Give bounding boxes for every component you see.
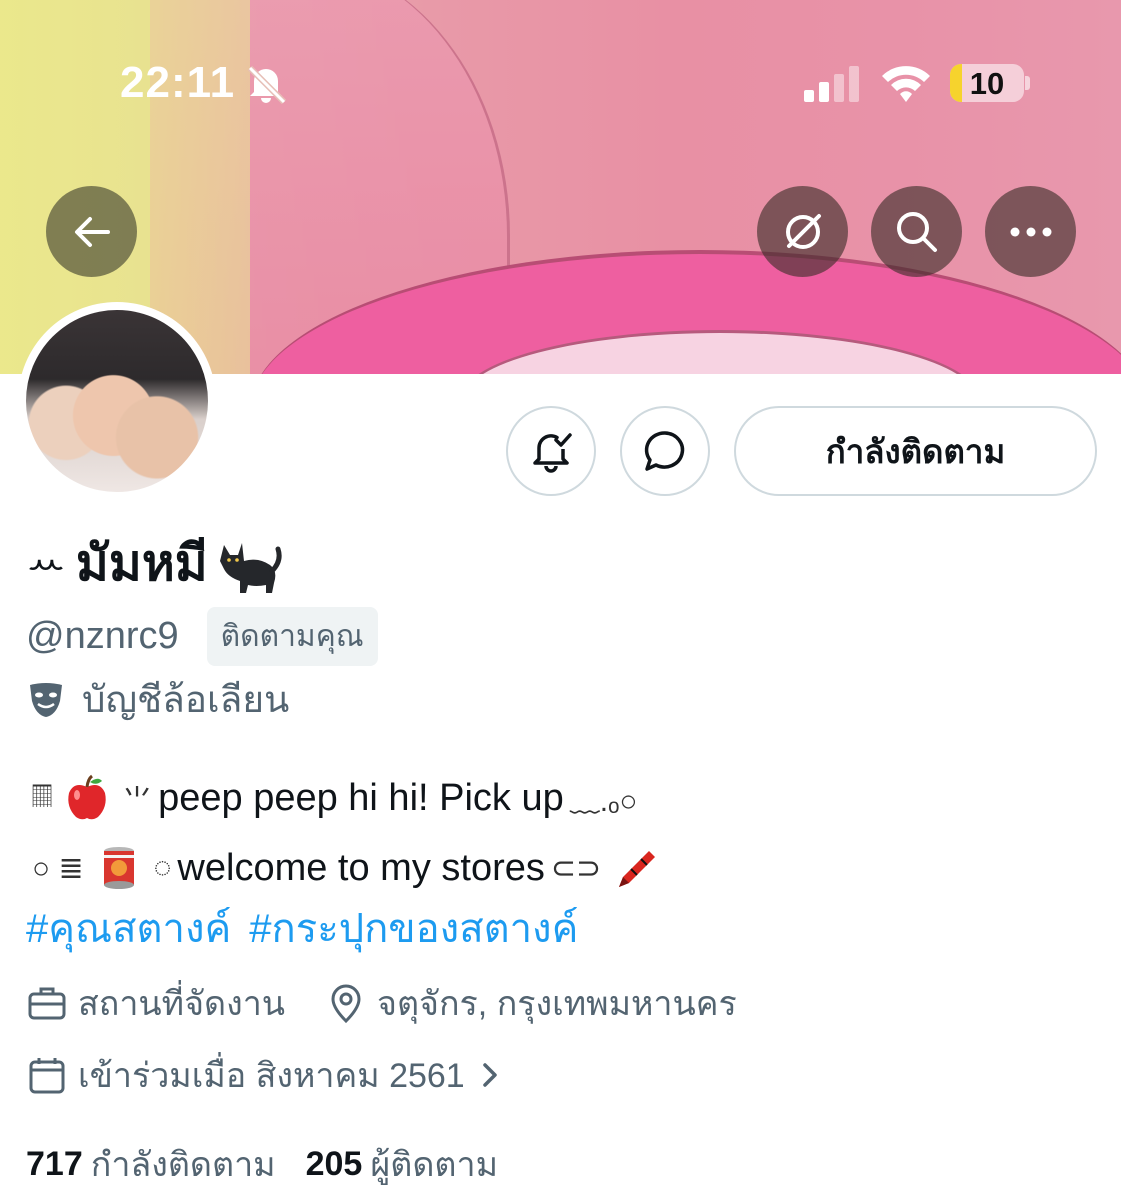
joined-date: เข้าร่วมเมื่อ สิงหาคม 2561	[78, 1057, 465, 1095]
hashtag-link[interactable]: #กระปุกของสตางค์	[249, 896, 578, 960]
chevron-right-icon	[482, 1063, 497, 1087]
follows-you-badge: ติดตามคุณ	[206, 606, 378, 666]
search-button[interactable]	[871, 186, 962, 277]
crayon-emoji	[619, 851, 656, 887]
black-cat-emoji	[219, 543, 282, 593]
bell-slash-icon	[247, 65, 287, 104]
following-button[interactable]: กำลังติดตาม	[734, 406, 1097, 496]
following-label[interactable]: กำลังติดตาม	[91, 1137, 276, 1191]
handle-row: @nznrc9 ติดตามคุณ	[26, 606, 378, 666]
follow-stats: 717 กำลังติดตาม 205 ผู้ติดตาม	[26, 1140, 498, 1188]
bio-deco-start-2: ○ ≣	[32, 851, 84, 885]
parody-label: บัญชีล้อเลียน	[82, 678, 290, 720]
grok-button[interactable]	[757, 186, 848, 277]
message-button[interactable]	[620, 406, 710, 496]
chat-bubble-icon	[644, 431, 685, 471]
battery-indicator: 10	[950, 64, 1024, 102]
bio-hashtags: #คุณสตางค์ #กระปุกของสตางค์	[26, 900, 578, 956]
back-button[interactable]	[46, 186, 137, 277]
briefcase-icon	[28, 987, 66, 1020]
red-apple-emoji	[68, 774, 106, 820]
battery-level: 10	[969, 66, 1005, 101]
following-count[interactable]: 717	[26, 1145, 83, 1184]
back-arrow-icon	[74, 216, 110, 247]
calendar-icon	[29, 1058, 65, 1094]
notifications-button[interactable]	[506, 406, 596, 496]
name-prefix-symbol: ꕀ	[26, 538, 66, 587]
bio-text-2: welcome to my stores	[177, 846, 545, 889]
display-name-row: ꕀ มัมหมี	[26, 530, 284, 596]
cellular-signal-icon	[804, 66, 859, 102]
wifi-icon	[882, 66, 930, 102]
followers-count[interactable]: 205	[306, 1145, 363, 1184]
location: จตุจักร, กรุงเทพมหานคร	[377, 985, 737, 1023]
bio-line-1: 𝄜 ⺌ peep peep hi hi! Pick up ﹏.ₒ○	[26, 770, 1106, 826]
bio-deco-start: 𝄜	[32, 781, 53, 814]
bio-line-2: ○ ≣ ◌ welcome to my stores ⊂⊃	[26, 840, 1106, 896]
professional-category[interactable]: สถานที่จัดงาน	[78, 976, 285, 1030]
parody-mask-icon	[30, 683, 62, 717]
bio-deco-mid: ⺌	[122, 785, 153, 818]
battery-tip	[1025, 76, 1030, 90]
status-time: 22:11	[120, 58, 236, 107]
followers-label[interactable]: ผู้ติดตาม	[370, 1137, 498, 1191]
bell-check-icon	[533, 433, 572, 473]
parody-label-row: บัญชีล้อเลียน	[26, 674, 289, 724]
bio-text-1: peep peep hi hi! Pick up	[158, 776, 564, 819]
handle: @nznrc9	[26, 614, 179, 657]
canned-food-emoji	[103, 847, 134, 889]
more-icon	[1010, 227, 1051, 236]
joined-row[interactable]: เข้าร่วมเมื่อ สิงหาคม 2561	[26, 1050, 501, 1100]
more-options-button[interactable]	[985, 186, 1076, 277]
avatar[interactable]	[26, 310, 208, 492]
location-pin-icon	[331, 984, 361, 1024]
bio-deco-mid-2: ◌	[153, 851, 172, 884]
bio-deco-end: ﹏.ₒ○	[569, 785, 638, 818]
hashtag-link[interactable]: #คุณสตางค์	[26, 896, 231, 960]
display-name: มัมหมี	[75, 534, 208, 591]
grok-icon	[785, 213, 821, 249]
bio-deco-end-2: ⊂⊃	[550, 851, 602, 885]
search-icon	[896, 211, 937, 252]
profile-meta-row: สถานที่จัดงาน จตุจักร, กรุงเทพมหานคร	[26, 978, 737, 1028]
